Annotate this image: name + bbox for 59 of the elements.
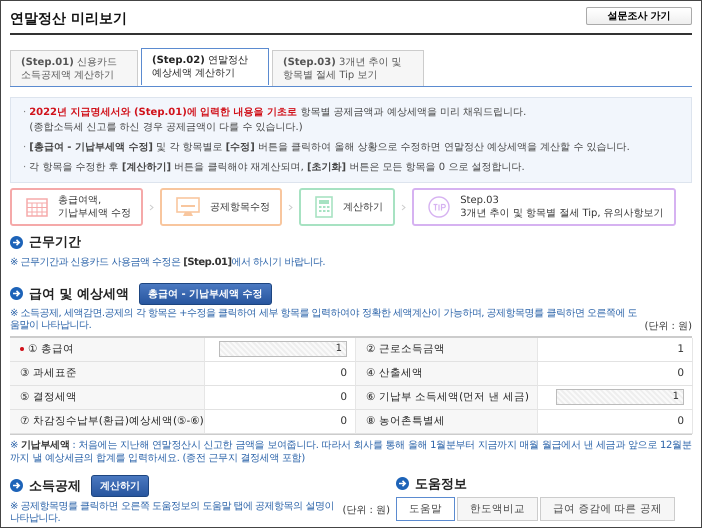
help-tab[interactable]: 도움말: [396, 496, 455, 520]
notice-text: · 2022년 지급명세서와 (Step.01)에 입력한 내용을 기초로 항목별 공제금액과 예상세액을 미리 채워드립니다. (종합소득세 신고를 하신 경우 공제금액이 다를 수 있습니다.): [23, 106, 528, 135]
info-note: ※ 공제항목명를 클릭하면 오른쪽 도움정보의 도움말 탭에 공제항목의 설명이 나타납니다.: [10, 500, 335, 526]
calculator-icon: [315, 196, 334, 218]
step-label: 공제항목수정: [210, 200, 270, 214]
calendar-icon: [26, 197, 48, 217]
step-tab[interactable]: (Step.01) 신용카드 소득공제액 계산하기: [10, 50, 138, 86]
step-label: 총급여액, 기납부세액 수정: [58, 194, 132, 220]
field-label[interactable]: ④ 산출세액: [366, 366, 423, 380]
notice-text: · 각 항목을 수정한 후 [계산하기] 버튼을 클릭해야 재계산되며, [초기화] 버튼은 모든 항목을 0 으로 설정합니다.: [23, 161, 526, 175]
info-note: ※ 소득공제, 세액감면.공제의 각 항목은 +수정을 클릭하여 세부 항목를 입력하여야 정확한 세액계산이 가능하며, 공제항목명를 클릭하면 오른쪽에 도움말이 나타납니다.: [10, 308, 638, 332]
amount-value: 0: [677, 367, 684, 379]
chevron-icon: [288, 204, 294, 210]
help-tab[interactable]: 한도액비교: [457, 496, 538, 520]
edit-button[interactable]: 총급여 - 기납부세액 수정: [139, 282, 272, 304]
amount-value: 1: [677, 343, 684, 355]
field-label[interactable]: ① 총급여: [28, 342, 74, 356]
process-step[interactable]: 총급여액, 기납부세액 수정: [10, 188, 144, 226]
section-title: 급여 및 예상세액: [29, 286, 130, 302]
process-step[interactable]: 계산하기: [299, 188, 396, 226]
section-title: 도움정보: [415, 476, 467, 492]
help-tab[interactable]: 급여 증감에 따른 공제: [540, 496, 676, 520]
step-label: Step.03 3개년 추이 및 항목별 절세 Tip, 유의사항보기: [460, 194, 664, 220]
amount-value: 0: [340, 415, 347, 427]
amount-field[interactable]: 1: [556, 389, 684, 405]
field-label[interactable]: ③ 과세표준: [20, 366, 77, 380]
step-label: 계산하기: [343, 200, 384, 214]
arrow-circle-icon: [10, 287, 23, 300]
field-label[interactable]: ⑥ 기납부 소득세액(먼저 낸 세금): [366, 390, 529, 404]
notice-text: · [총급여 - 기납부세액 수정] 및 각 항목별로 [수정] 버튼을 클릭하여 올해 상황으로 수정하면 연말정산 예상세액을 계산할 수 있습니다.: [23, 141, 631, 155]
step-tab[interactable]: (Step.03) 3개년 추이 및 항목별 절세 Tip 보기: [272, 50, 424, 86]
required-dot: [20, 347, 24, 351]
section-title: 근무기간: [29, 234, 81, 251]
process-step[interactable]: Step.03 3개년 추이 및 항목별 절세 Tip, 유의사항보기: [412, 188, 676, 226]
page-title: 연말정산 미리보기: [10, 10, 127, 28]
process-step[interactable]: 공제항목수정: [160, 188, 282, 226]
edit-button[interactable]: 계산하기: [91, 474, 149, 496]
chevron-icon: [401, 204, 406, 210]
amount-value: 0: [340, 391, 347, 403]
arrow-circle-icon: [396, 477, 409, 490]
field-label[interactable]: ② 근로소득금액: [366, 342, 445, 356]
unit-label: (단위 : 원): [644, 320, 692, 332]
monitor-icon: [176, 197, 200, 217]
chevron-icon: [149, 204, 154, 210]
survey-button[interactable]: 설문조사 가기: [586, 7, 692, 25]
amount-value: 0: [340, 367, 347, 379]
step-tab[interactable]: (Step.02) 연말정산 예상세액 계산하기: [141, 48, 269, 85]
amount-field[interactable]: 1: [219, 341, 347, 357]
arrow-circle-icon: [10, 479, 23, 492]
unit-label: (단위 : 원): [342, 504, 390, 518]
section-title: 소득공제: [29, 478, 81, 494]
field-label[interactable]: ⑧ 농어촌특별세: [366, 414, 445, 428]
tip-icon: [428, 196, 450, 218]
info-note: ※ 근무기간과 신용카드 사용금액 수정은 [Step.01]에서 하시기 바랍니다.: [10, 257, 326, 270]
info-note: ※ 기납부세액 : 처음에는 지난해 연말정산시 신고한 금액을 보여줍니다. 따라서 회사를 통해 올해 1월분부터 지금까지 매월 월급에서 낸 세금과 앞으로 12월분까지 낼 예상세금의 합계를 입력하세요. (종전 근무지 결정세액 포함): [10, 438, 692, 466]
field-label[interactable]: ⑦ 차감징수납부(환급)예상세액(⑤-⑥): [20, 414, 204, 428]
arrow-circle-icon: [10, 236, 23, 248]
amount-value: 0: [677, 415, 684, 427]
field-label[interactable]: ⑤ 결정세액: [20, 390, 77, 404]
